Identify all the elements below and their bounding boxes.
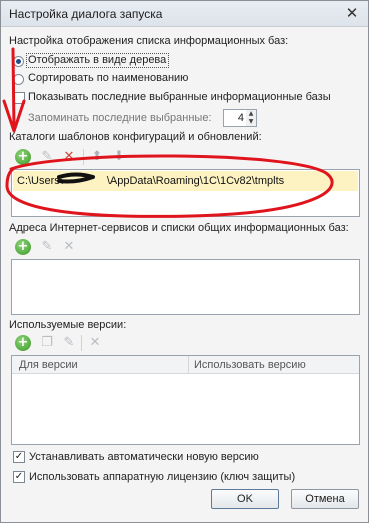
add-icon[interactable]: + — [15, 239, 31, 255]
remember-recent-stepper[interactable]: 4 ▲ ▼ — [223, 109, 257, 127]
move-down-icon[interactable]: ⬇ — [111, 149, 127, 165]
toolbar-separator — [83, 149, 84, 165]
hardware-license-label[interactable]: Использовать аппаратную лицензию (ключ з… — [29, 471, 295, 483]
window-title: Настройка диалога запуска — [9, 7, 163, 21]
versions-grid-header: Для версии Использовать версию — [12, 356, 359, 374]
column-use-version[interactable]: Использовать версию — [194, 359, 306, 371]
templates-list-row[interactable]: C:\Users\ \AppData\Roaming\1C\1Cv82\tmplt… — [13, 171, 358, 191]
templates-heading: Каталоги шаблонов конфигураций и обновле… — [9, 131, 262, 143]
show-recent-checkbox[interactable] — [13, 92, 25, 104]
add-icon[interactable]: + — [15, 149, 31, 165]
launch-dialog-settings-window: Настройка диалога запуска ✕ Настройка от… — [0, 0, 369, 523]
toolbar-separator — [81, 335, 82, 351]
templates-list[interactable]: C:\Users\ \AppData\Roaming\1C\1Cv82\tmplt… — [11, 169, 360, 217]
remember-recent-label: Запоминать последние выбранные: — [28, 112, 212, 124]
show-recent-label[interactable]: Показывать последние выбранные информаци… — [28, 91, 331, 103]
internet-services-heading: Адреса Интернет-сервисов и списки общих … — [9, 222, 349, 234]
sort-by-name-label[interactable]: Сортировать по наименованию — [28, 72, 188, 84]
column-separator — [188, 356, 189, 374]
auto-install-label[interactable]: Устанавливать автоматически новую версию — [29, 451, 259, 463]
edit-icon[interactable]: ✎ — [39, 149, 55, 165]
hardware-license-checkbox[interactable]: ✓ — [13, 471, 25, 483]
edit-icon[interactable]: ✎ — [61, 335, 77, 351]
title-bar: Настройка диалога запуска ✕ — [1, 1, 368, 27]
tree-view-label[interactable]: Отображать в виде дерева — [28, 54, 166, 66]
delete-icon[interactable]: ✕ — [87, 335, 103, 351]
add-icon[interactable]: + — [15, 335, 31, 351]
move-up-icon[interactable]: ⬆ — [89, 149, 105, 165]
copy-icon[interactable]: ❐ — [39, 335, 55, 351]
stepper-up-icon[interactable]: ▲ — [246, 110, 256, 118]
auto-install-checkbox[interactable]: ✓ — [13, 451, 25, 463]
template-path: C:\Users\ \AppData\Roaming\1C\1Cv82\tmplt… — [17, 175, 285, 187]
edit-icon[interactable]: ✎ — [39, 239, 55, 255]
remember-recent-value: 4 — [237, 112, 244, 124]
internet-services-list[interactable] — [11, 259, 360, 315]
column-for-version[interactable]: Для версии — [19, 359, 78, 371]
versions-heading: Используемые версии: — [9, 319, 127, 331]
delete-icon[interactable]: ✕ — [61, 149, 77, 165]
ok-button[interactable]: OK — [211, 489, 279, 509]
close-icon[interactable]: ✕ — [344, 5, 360, 21]
versions-grid[interactable]: Для версии Использовать версию — [11, 355, 360, 445]
display-settings-heading: Настройка отображения списка информацион… — [9, 35, 289, 47]
cancel-button[interactable]: Отмена — [291, 489, 359, 509]
sort-by-name-radio[interactable] — [13, 74, 24, 85]
stepper-down-icon[interactable]: ▼ — [246, 118, 256, 126]
annotation-arrow-head — [2, 99, 26, 133]
delete-icon[interactable]: ✕ — [61, 239, 77, 255]
tree-view-radio[interactable] — [13, 56, 24, 67]
